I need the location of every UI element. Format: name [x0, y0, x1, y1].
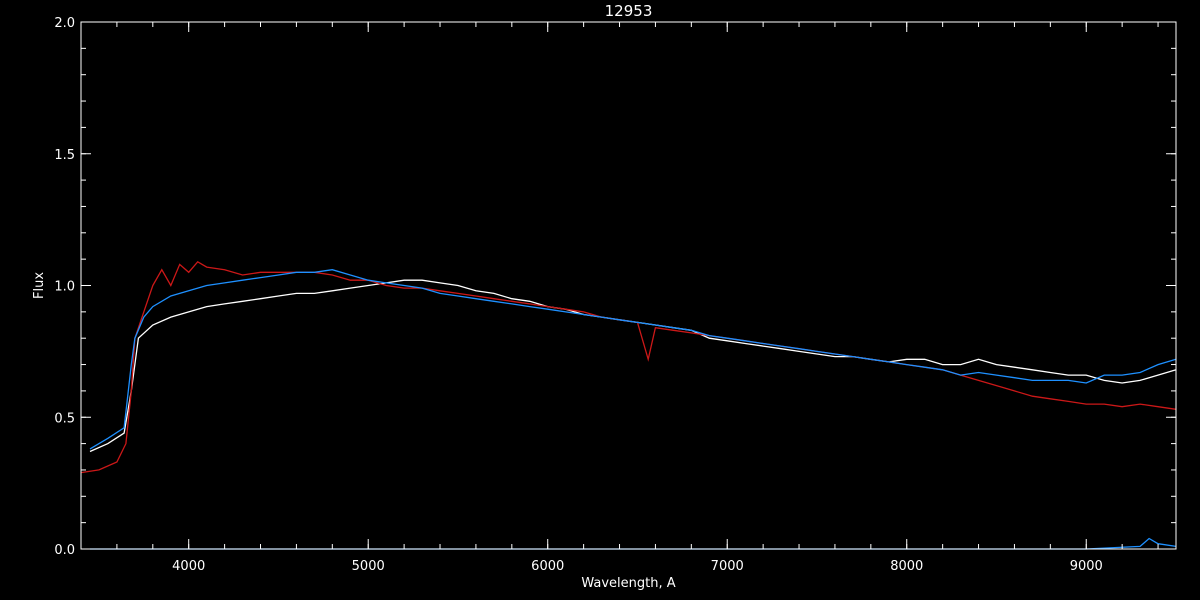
y-tick-label: 1.5 — [54, 148, 75, 163]
series-line-2 — [89, 269, 1177, 450]
y-tick-label: 1.0 — [54, 280, 75, 295]
x-tick-label: 7000 — [711, 559, 744, 574]
y-tick-label: 0.0 — [54, 543, 75, 558]
plot-frame — [80, 21, 1177, 550]
x-tick-label: 9000 — [1070, 559, 1103, 574]
tick-layer: 4000 5000 6000 7000 8000 9000 0.0 0.5 1.0 1.5 2.0 — [54, 16, 1176, 574]
y-axis-label: Flux — [32, 272, 47, 299]
series-line-3 — [90, 537, 1177, 550]
series-layer — [80, 260, 1177, 550]
x-tick-label: 6000 — [531, 559, 564, 574]
spectrum-chart: 12953 Wavelength, A Flux 4000 5000 6000 700… — [32, 2, 1177, 591]
x-axis-label: Wavelength, A — [581, 576, 675, 591]
chart-title: 12953 — [605, 2, 653, 20]
y-tick-label: 0.5 — [54, 411, 75, 426]
series-line-0 — [89, 279, 1177, 453]
y-tick-label: 2.0 — [54, 16, 75, 31]
x-tick-label: 5000 — [352, 559, 385, 574]
x-tick-label: 8000 — [890, 559, 923, 574]
x-tick-label: 4000 — [172, 559, 205, 574]
